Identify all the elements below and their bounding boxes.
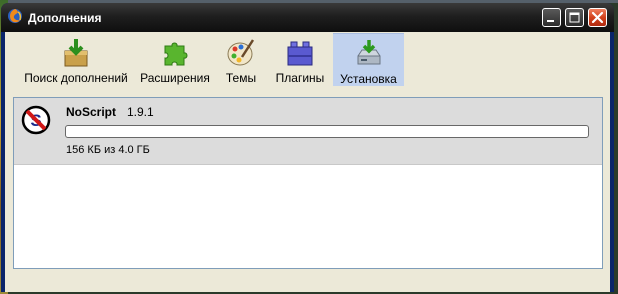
get-addons-icon — [60, 37, 92, 69]
addon-name: NoScript — [66, 105, 117, 119]
download-progress-bar — [65, 125, 589, 138]
themes-palette-icon — [225, 37, 257, 69]
close-button[interactable] — [588, 8, 607, 27]
tab-plugins[interactable]: Плагины — [271, 33, 329, 85]
firefox-icon — [7, 8, 23, 24]
tab-label: Установка — [340, 72, 397, 86]
list-item[interactable]: S NoScript 1.9.1 156 КБ из 4.0 ГБ — [14, 98, 602, 165]
tab-get-addons[interactable]: Поиск дополнений — [21, 33, 131, 85]
tab-label: Темы — [225, 71, 257, 85]
extensions-puzzle-icon — [159, 37, 191, 69]
addons-toolbar: Поиск дополнений Расширения Темы Плагины… — [5, 32, 610, 86]
tab-install[interactable]: Установка — [333, 33, 404, 86]
tab-label: Плагины — [275, 71, 325, 85]
download-status: 156 КБ из 4.0 ГБ — [66, 144, 150, 156]
tab-extensions[interactable]: Расширения — [137, 33, 213, 85]
maximize-icon — [569, 12, 580, 23]
window-client-area: Поиск дополнений Расширения Темы Плагины… — [5, 32, 610, 292]
maximize-button[interactable] — [565, 8, 584, 27]
tab-themes[interactable]: Темы — [219, 33, 263, 85]
minimize-icon — [547, 20, 554, 22]
window-title: Дополнения — [28, 11, 102, 25]
close-icon — [591, 11, 604, 24]
noscript-icon: S — [21, 105, 51, 135]
minimize-button[interactable] — [542, 8, 561, 27]
tab-label: Расширения — [140, 71, 210, 85]
tab-label: Поиск дополнений — [24, 71, 128, 85]
plugins-blocks-icon — [284, 37, 316, 69]
title-bar[interactable]: Дополнения — [1, 3, 614, 32]
install-drive-icon — [353, 38, 385, 70]
install-list[interactable]: S NoScript 1.9.1 156 КБ из 4.0 ГБ — [13, 97, 603, 269]
addons-window: Дополнения Поиск дополнений Расширения Т… — [1, 3, 614, 292]
addon-version: 1.9.1 — [127, 105, 154, 119]
